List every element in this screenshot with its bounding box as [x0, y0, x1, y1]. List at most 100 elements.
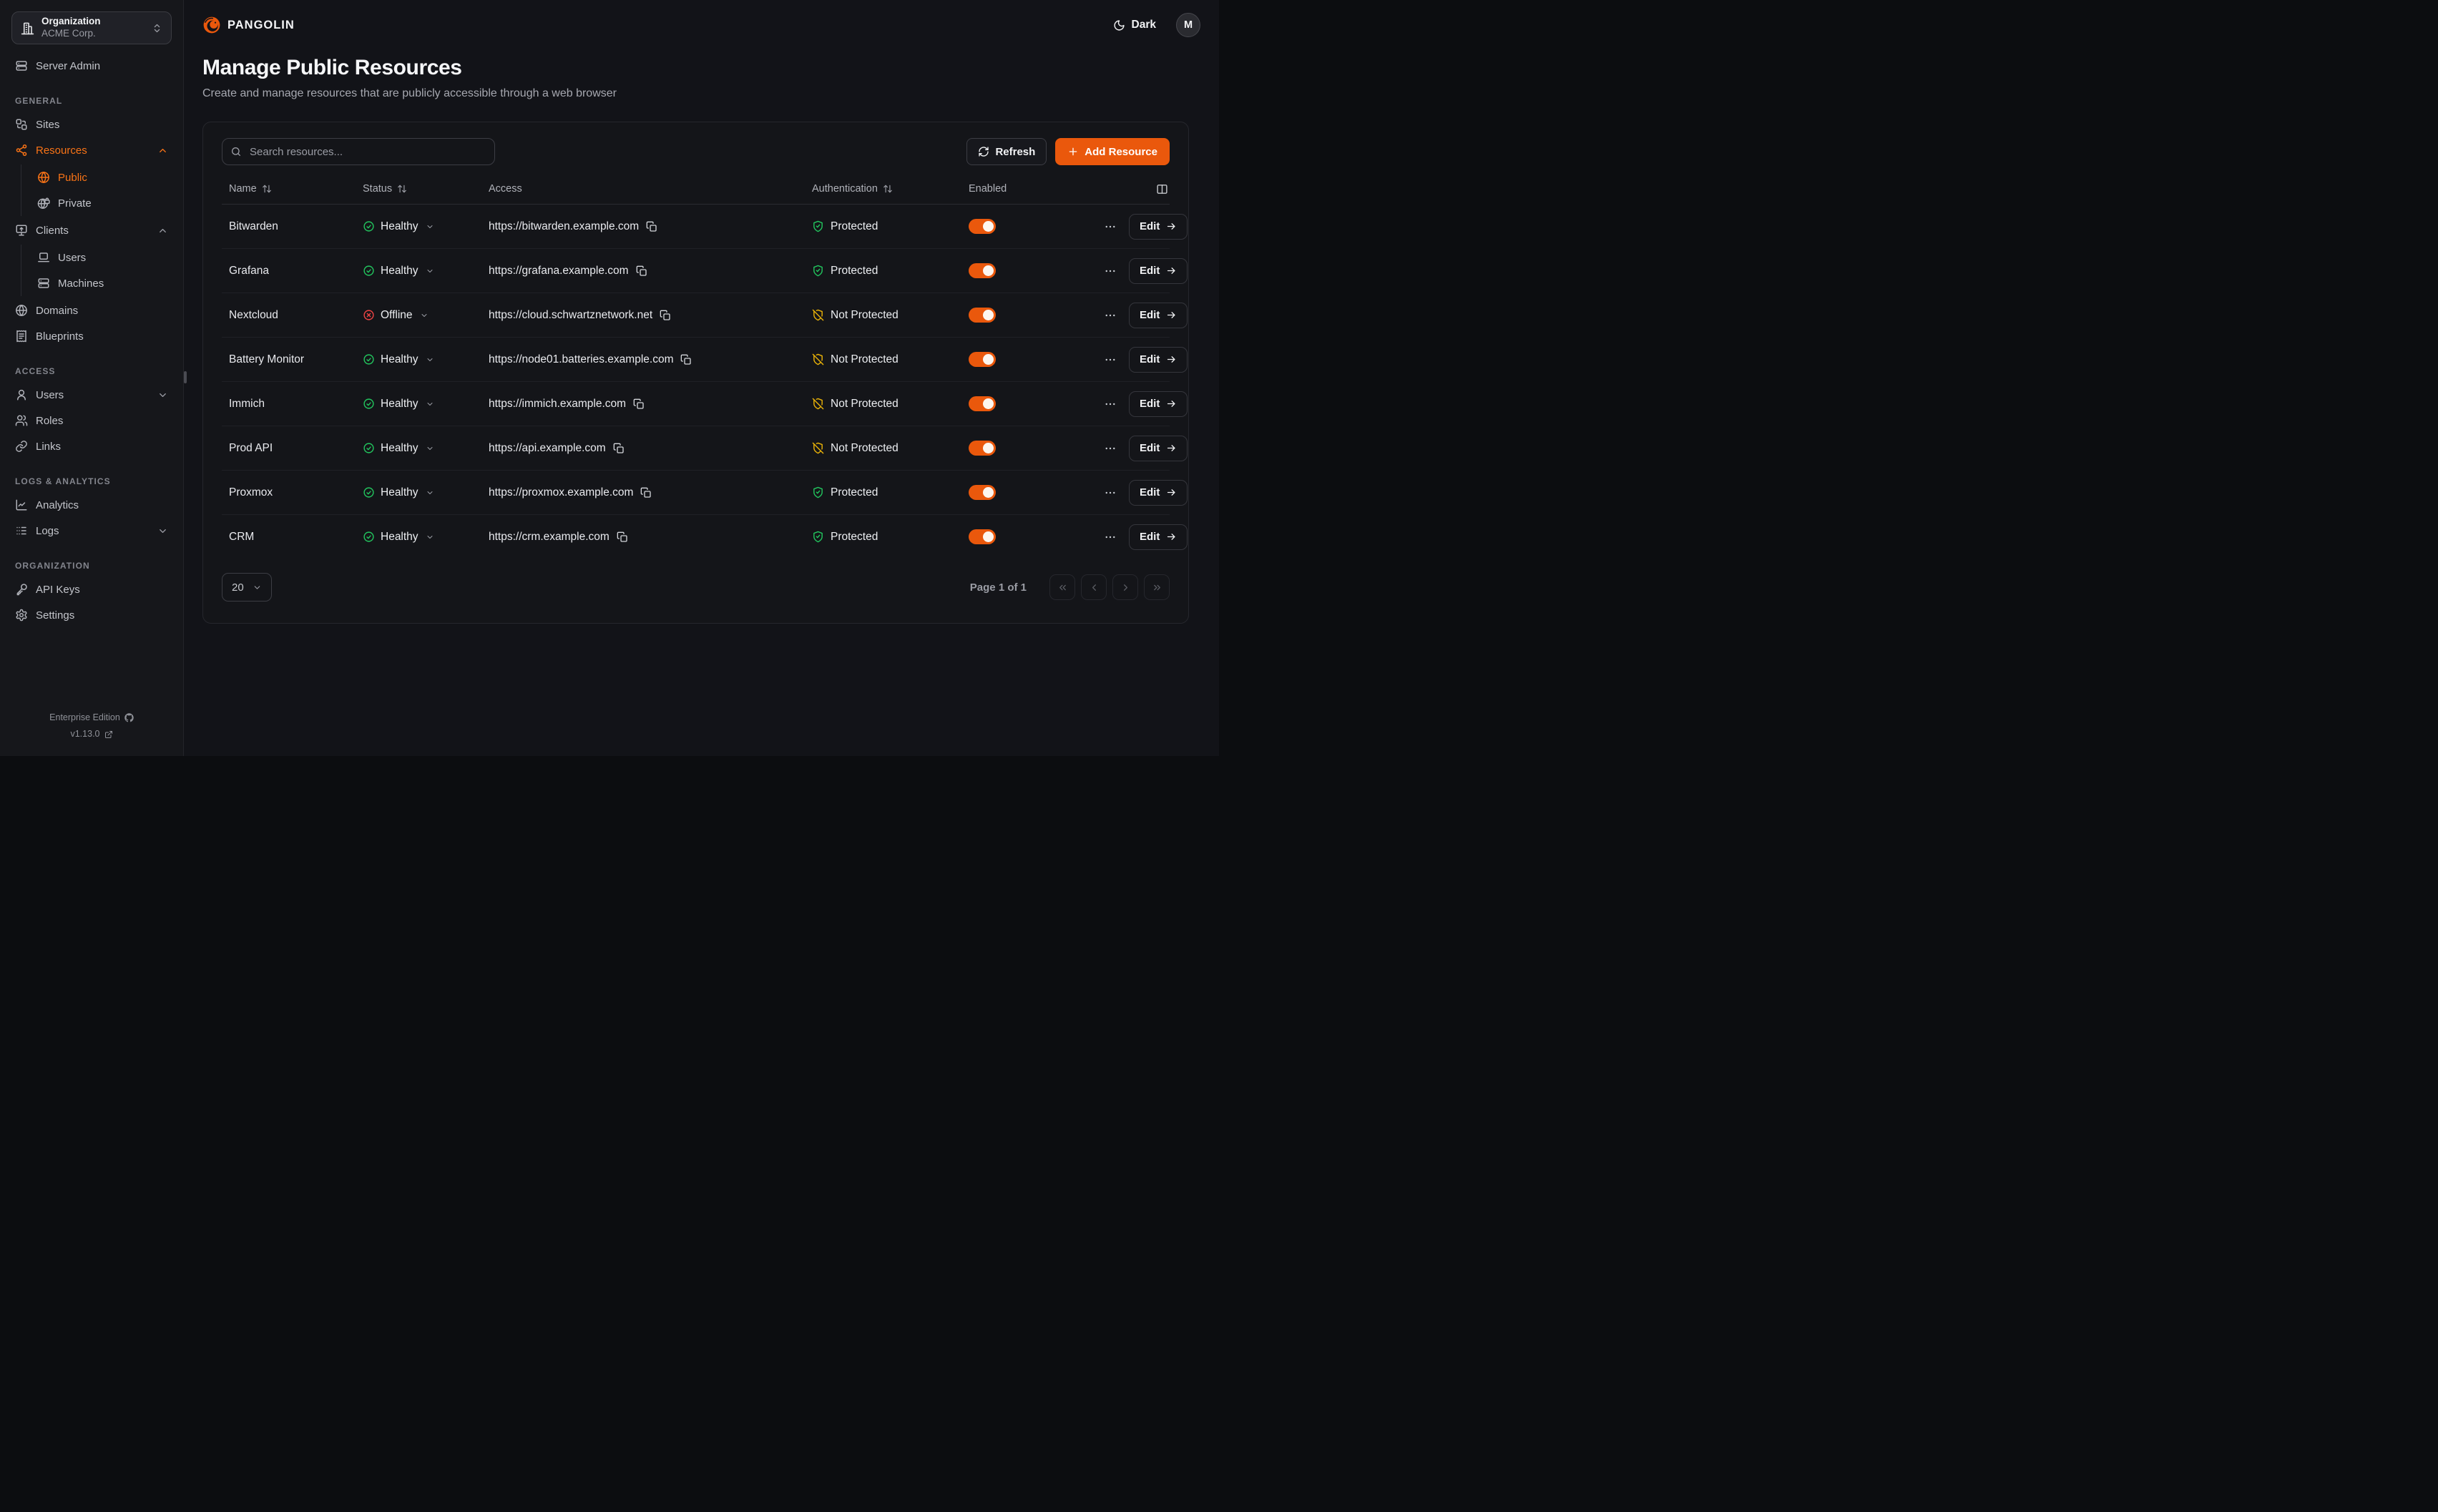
status-dropdown[interactable]: Offline [363, 309, 429, 322]
edit-button[interactable]: Edit [1129, 258, 1188, 284]
table-header: Name Status Access Authentication [222, 174, 1170, 205]
sidebar-item-client-users[interactable]: Users [34, 245, 172, 270]
sidebar-item-logs[interactable]: Logs [11, 518, 172, 544]
ellipsis-icon [1104, 353, 1117, 366]
prev-page-button[interactable] [1081, 574, 1107, 600]
enabled-toggle[interactable] [969, 485, 996, 500]
edit-button[interactable]: Edit [1129, 303, 1188, 328]
edit-button[interactable]: Edit [1129, 347, 1188, 373]
external-link-icon[interactable] [104, 730, 113, 739]
sidebar-item-analytics[interactable]: Analytics [11, 492, 172, 518]
edit-button[interactable]: Edit [1129, 436, 1188, 461]
search-input[interactable] [222, 138, 495, 165]
more-actions-button[interactable] [1102, 263, 1118, 279]
sidebar-item-api-keys[interactable]: API Keys [11, 576, 172, 602]
sidebar-item-users[interactable]: Users [11, 382, 172, 408]
copy-url-button[interactable] [613, 443, 625, 454]
enabled-toggle[interactable] [969, 352, 996, 367]
header-enabled: Enabled [969, 183, 1102, 195]
copy-url-button[interactable] [646, 221, 657, 232]
sidebar-item-label: Domains [36, 305, 78, 317]
sidebar-item-resources[interactable]: Resources [11, 137, 172, 163]
sidebar-item-public[interactable]: Public [34, 165, 172, 190]
auth-label: Protected [831, 531, 878, 544]
sidebar-item-label: Public [58, 172, 87, 184]
status-dropdown[interactable]: Healthy [363, 220, 434, 233]
edit-button[interactable]: Edit [1129, 214, 1188, 240]
copy-url-button[interactable] [636, 265, 647, 277]
copy-url-button[interactable] [640, 487, 652, 499]
copy-url-button[interactable] [660, 310, 671, 321]
resource-url: https://crm.example.com [489, 531, 610, 544]
more-actions-button[interactable] [1102, 219, 1118, 235]
arrow-right-icon [1166, 487, 1177, 498]
access-cell: https://node01.batteries.example.com [489, 353, 812, 366]
sidebar-item-blueprints[interactable]: Blueprints [11, 323, 172, 349]
header-authentication[interactable]: Authentication [812, 183, 969, 195]
sidebar-item-label: Private [58, 197, 92, 210]
status-label: Healthy [381, 531, 418, 544]
github-icon[interactable] [124, 713, 134, 722]
sidebar-item-clients[interactable]: Clients [11, 217, 172, 243]
sidebar-item-settings[interactable]: Settings [11, 602, 172, 628]
header-name[interactable]: Name [229, 183, 363, 195]
more-actions-button[interactable] [1102, 308, 1118, 323]
sidebar-scrollbar-thumb[interactable] [184, 371, 187, 383]
avatar[interactable]: M [1176, 13, 1200, 37]
resource-url: https://api.example.com [489, 442, 606, 455]
sidebar-item-server-admin[interactable]: Server Admin [11, 53, 172, 79]
sidebar-item-machines[interactable]: Machines [34, 270, 172, 296]
edit-button[interactable]: Edit [1129, 480, 1188, 506]
status-dropdown[interactable]: Healthy [363, 486, 434, 499]
add-resource-button[interactable]: Add Resource [1055, 138, 1170, 165]
copy-icon [660, 310, 671, 321]
columns-icon[interactable] [1156, 183, 1168, 195]
last-page-button[interactable] [1144, 574, 1170, 600]
enabled-toggle[interactable] [969, 219, 996, 234]
enabled-toggle[interactable] [969, 263, 996, 278]
theme-toggle-button[interactable]: Dark [1109, 18, 1160, 32]
sidebar-item-roles[interactable]: Roles [11, 408, 172, 433]
enabled-toggle[interactable] [969, 308, 996, 323]
server-icon [37, 277, 50, 290]
sidebar-item-links[interactable]: Links [11, 433, 172, 459]
moon-icon [1113, 19, 1125, 31]
edit-button[interactable]: Edit [1129, 391, 1188, 417]
header-status[interactable]: Status [363, 183, 489, 195]
copy-url-button[interactable] [680, 354, 692, 365]
status-dropdown[interactable]: Healthy [363, 442, 434, 455]
refresh-button[interactable]: Refresh [966, 138, 1047, 165]
sidebar-item-private[interactable]: Private [34, 190, 172, 216]
enabled-toggle[interactable] [969, 529, 996, 544]
sidebar-item-domains[interactable]: Domains [11, 298, 172, 323]
more-actions-button[interactable] [1102, 441, 1118, 456]
status-dropdown[interactable]: Healthy [363, 531, 434, 544]
circle-check-icon [363, 486, 375, 499]
brand-name: PANGOLIN [227, 19, 295, 32]
enabled-toggle[interactable] [969, 396, 996, 411]
circle-check-icon [363, 353, 375, 365]
enabled-toggle[interactable] [969, 441, 996, 456]
edit-button[interactable]: Edit [1129, 524, 1188, 550]
page-size-select[interactable]: 20 [222, 573, 272, 602]
copy-icon [636, 265, 647, 277]
access-cell: https://crm.example.com [489, 531, 812, 544]
status-dropdown[interactable]: Healthy [363, 353, 434, 366]
copy-url-button[interactable] [633, 398, 645, 410]
more-actions-button[interactable] [1102, 352, 1118, 368]
sidebar-item-sites[interactable]: Sites [11, 112, 172, 137]
ellipsis-icon [1104, 398, 1117, 411]
next-page-button[interactable] [1112, 574, 1138, 600]
status-dropdown[interactable]: Healthy [363, 265, 434, 278]
more-actions-button[interactable] [1102, 485, 1118, 501]
sidebar-item-label: Analytics [36, 499, 79, 511]
first-page-button[interactable] [1049, 574, 1075, 600]
more-actions-button[interactable] [1102, 529, 1118, 545]
org-selector[interactable]: Organization ACME Corp. [11, 11, 172, 44]
globe-icon [37, 171, 50, 184]
status-dropdown[interactable]: Healthy [363, 398, 434, 411]
table-row: Immich Healthy https://immich.example.co… [222, 382, 1170, 426]
more-actions-button[interactable] [1102, 396, 1118, 412]
auth-label: Not Protected [831, 353, 899, 366]
copy-url-button[interactable] [617, 531, 628, 543]
